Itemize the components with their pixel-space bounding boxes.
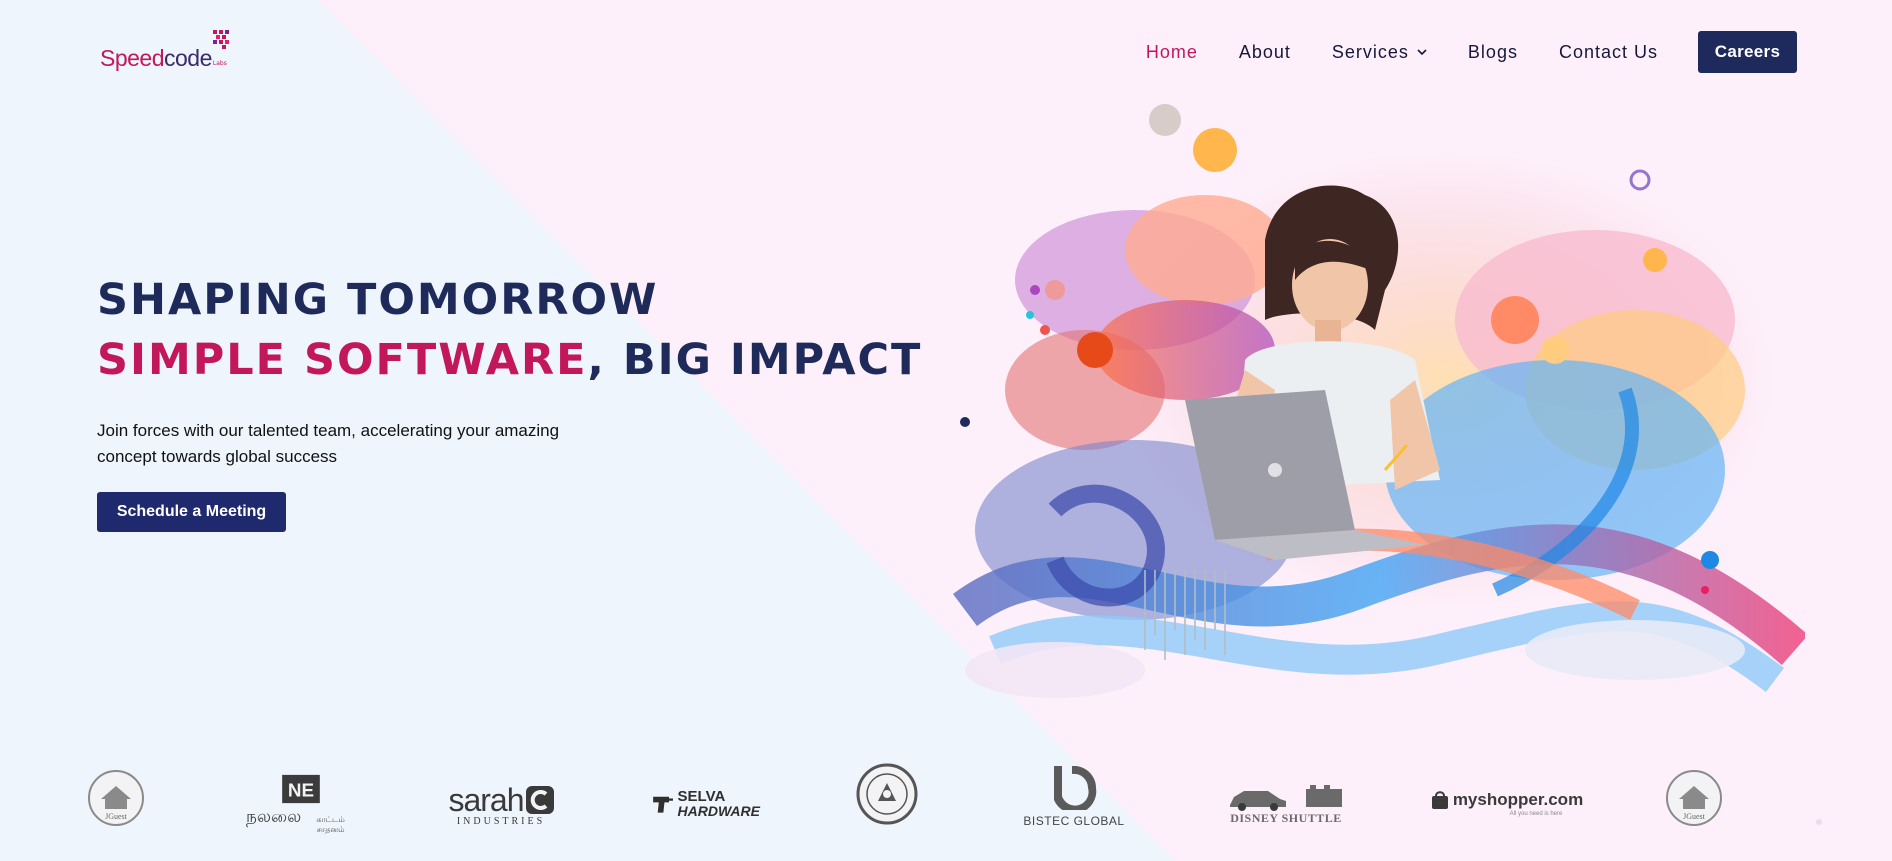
nav-blogs[interactable]: Blogs [1468, 31, 1518, 73]
brand-name-suffix: Labs [212, 60, 227, 67]
svg-text:JGuest: JGuest [105, 812, 128, 821]
client-myshopper-subtext: All you need is here [1509, 811, 1563, 817]
nav-services[interactable]: Services [1332, 31, 1427, 73]
hero-title-line1: SHAPING TOMORROW [97, 275, 659, 325]
car-bus-icon [1230, 784, 1342, 811]
client-logo-sarah-industries: sarah INDUSTRIES [445, 779, 557, 831]
brand-name-part2: code [164, 45, 212, 71]
client-myshopper-text: myshopper.com [1452, 790, 1584, 809]
sarah-c-icon [525, 785, 554, 814]
client-nalai-text: நலலை [246, 807, 302, 826]
client-sarah-text: sarah [448, 781, 524, 818]
client-disney-text: DISNEY SHUTTLE [1230, 810, 1342, 825]
nav-about[interactable]: About [1239, 31, 1291, 73]
client-nalai-subtext: காட்டம் சாதனம் [316, 815, 345, 834]
main-nav: Home About Services Blogs Contact Us Car… [1105, 31, 1797, 73]
house-circle-icon: JGuest [1666, 770, 1722, 826]
client-logos-strip: JGuest NE நலலை காட்டம் சாதனம் sarah INDU… [0, 755, 1892, 855]
client-selva-subtext: HARDWARE [677, 802, 760, 819]
seal-emblem-icon [856, 763, 918, 825]
client-logo-myshopper: myshopper.com All you need is here [1431, 785, 1583, 821]
nav-contact[interactable]: Contact Us [1559, 31, 1658, 73]
svg-text:JGuest: JGuest [1683, 812, 1706, 821]
careers-button[interactable]: Careers [1698, 31, 1797, 73]
client-logo-jguest-repeat: JGuest [1664, 769, 1724, 827]
client-logo-jguest: JGuest [86, 769, 146, 827]
house-circle-icon: JGuest [88, 770, 144, 826]
schedule-meeting-button[interactable]: Schedule a Meeting [97, 492, 286, 532]
chevron-down-icon [1417, 49, 1427, 56]
hero-subtitle: Join forces with our talented team, acce… [97, 421, 560, 466]
scroll-indicator[interactable] [1816, 819, 1822, 825]
brand-logo[interactable]: Speedcode Labs [100, 30, 229, 71]
ne-monogram-icon: NE [282, 774, 320, 804]
hero-title-rest: , BIG IMPACT [587, 335, 923, 385]
client-selva-text: SELVA [677, 787, 726, 805]
client-logo-selva-hardware: SELVA HARDWARE [652, 781, 760, 825]
client-bistec-text: BISTEC GLOBAL [1023, 814, 1125, 828]
shopper-bag-icon [1431, 791, 1448, 809]
bistec-b-icon [1054, 766, 1097, 810]
site-header: Speedcode Labs Home About Services Blogs… [0, 0, 1892, 100]
client-logo-disney-shuttle: DISNEY SHUTTLE [1226, 781, 1346, 829]
drill-icon [653, 796, 673, 813]
client-logo-seal [856, 763, 918, 825]
svg-text:NE: NE [288, 780, 314, 801]
hero-section: SHAPING TOMORROW SIMPLE SOFTWARE, BIG IM… [97, 270, 922, 532]
hero-title-line2: SIMPLE SOFTWARE, BIG IMPACT [97, 330, 922, 390]
client-logo-nalai: NE நலலை காட்டம் சாதனம் [246, 773, 356, 835]
logo-pixel-mark-icon [212, 30, 229, 49]
client-logo-bistec-global: BISTEC GLOBAL [1022, 765, 1126, 829]
brand-name-part1: Speed [100, 45, 165, 71]
hero-title-highlight: SIMPLE SOFTWARE [97, 335, 588, 385]
hero-illustration-woman-laptop [953, 104, 1805, 698]
client-sarah-subtext: INDUSTRIES [456, 815, 546, 827]
nav-services-label: Services [1331, 41, 1409, 62]
nav-home[interactable]: Home [1146, 31, 1198, 73]
